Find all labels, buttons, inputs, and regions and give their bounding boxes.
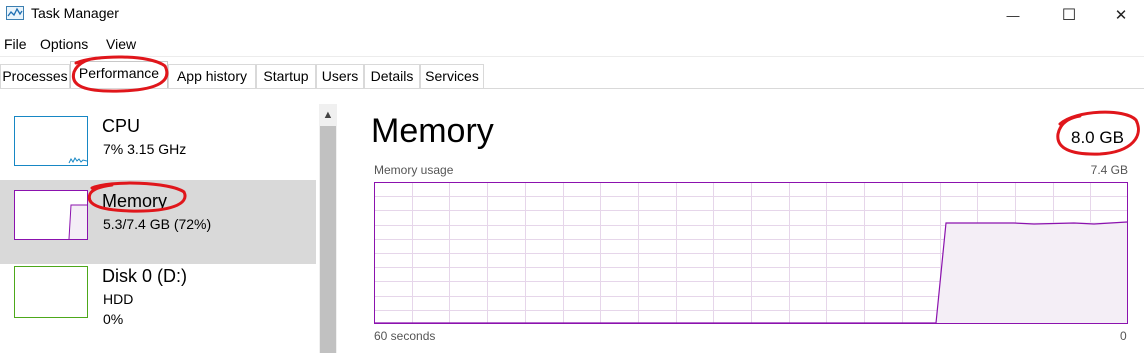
memory-usage-graph — [374, 182, 1128, 324]
close-button[interactable]: ✕ — [1098, 0, 1144, 30]
task-manager-icon — [6, 6, 24, 20]
scroll-up-button[interactable]: ▲ — [319, 104, 337, 126]
chevron-up-icon: ▲ — [322, 109, 334, 121]
tab-processes[interactable]: Processes — [0, 64, 70, 88]
sidebar-item-name: Disk 0 (D:) — [102, 266, 187, 286]
time-axis-zero: 0 — [1120, 329, 1127, 343]
minimize-icon: — — [1006, 7, 1020, 23]
tab-services[interactable]: Services — [420, 64, 484, 88]
sidebar-item-name: CPU — [102, 116, 141, 136]
menu-view[interactable]: View — [106, 36, 136, 52]
tab-startup[interactable]: Startup — [256, 64, 316, 88]
tab-details[interactable]: Details — [364, 64, 420, 88]
menu-options[interactable]: Options — [40, 36, 88, 52]
scrollbar-thumb[interactable] — [320, 126, 336, 353]
disk-thumbnail-graph — [14, 266, 88, 318]
sidebar-item-detail-2: 0% — [103, 311, 124, 327]
tab-performance[interactable]: Performance — [70, 61, 168, 89]
sidebar-item-detail: 7% 3.15 GHz — [103, 141, 187, 157]
tab-app-history[interactable]: App history — [168, 64, 256, 88]
maximize-icon: ☐ — [1061, 7, 1077, 24]
close-icon: ✕ — [1114, 7, 1128, 24]
time-axis-label: 60 seconds — [374, 329, 436, 343]
memory-thumbnail-graph — [14, 190, 88, 240]
tabs-divider — [0, 88, 1144, 89]
sidebar-item-cpu[interactable]: CPU 7% 3.15 GHz — [0, 96, 316, 180]
tab-users[interactable]: Users — [316, 64, 364, 88]
title-bar — [0, 0, 1144, 30]
sidebar-item-memory[interactable]: Memory 5.3/7.4 GB (72%) — [0, 180, 316, 264]
cpu-thumbnail-graph — [14, 116, 88, 166]
window-title: Task Manager — [31, 5, 119, 21]
sidebar-item-detail: 5.3/7.4 GB (72%) — [103, 216, 212, 232]
menu-file[interactable]: File — [4, 36, 27, 52]
sidebar-item-detail: HDD — [103, 291, 134, 307]
memory-usage-max: 7.4 GB — [1090, 163, 1128, 177]
sidebar-item-disk-0[interactable]: Disk 0 (D:) HDD 0% — [0, 264, 316, 348]
maximize-button[interactable]: ☐ — [1046, 0, 1092, 30]
minimize-button[interactable]: — — [990, 0, 1036, 30]
sidebar-item-name: Memory — [102, 191, 168, 211]
page-title: Memory — [371, 112, 494, 150]
memory-total: 8.0 GB — [1071, 128, 1124, 147]
menu-divider — [0, 56, 1144, 57]
memory-usage-label: Memory usage — [374, 163, 454, 177]
